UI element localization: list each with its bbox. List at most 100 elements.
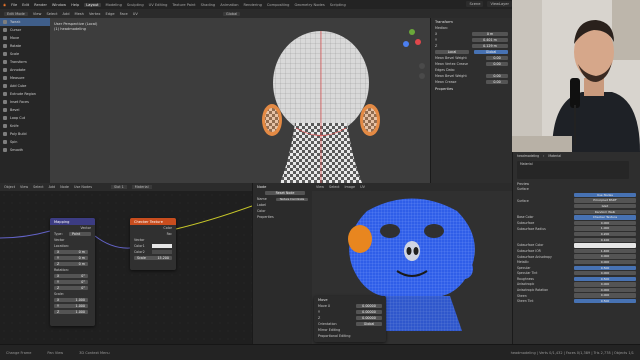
mode-selector[interactable]: Edit Mode: [4, 11, 28, 16]
menu-edge[interactable]: Edge: [106, 12, 115, 16]
material-slot-list[interactable]: Material: [517, 161, 629, 179]
distribution-dropdown[interactable]: GGX: [574, 203, 636, 209]
move-x-field[interactable]: 0.00000: [356, 304, 382, 308]
tool-cursor[interactable]: Cursor: [0, 26, 50, 34]
rotation-y-field[interactable]: Y 0°: [54, 280, 88, 284]
sheen-tint-field[interactable]: 0.500: [574, 299, 636, 304]
subsurface-anisotropy-field[interactable]: 0.000: [574, 254, 636, 259]
specular-field[interactable]: 0.500: [574, 265, 636, 270]
menu-face[interactable]: Face: [120, 12, 128, 16]
mean-bevel-field[interactable]: 0.00: [486, 56, 508, 60]
mean-crease-field[interactable]: 0.00: [486, 62, 508, 66]
tool-scale[interactable]: Scale: [0, 50, 50, 58]
roughness-field[interactable]: 0.500: [574, 276, 636, 282]
node-menu-add[interactable]: Add: [49, 185, 56, 189]
median-z-field[interactable]: 0.129 m: [472, 44, 508, 48]
menu-add[interactable]: Add: [63, 12, 70, 16]
uv-menu-select[interactable]: Select: [329, 185, 339, 189]
scale-z-field[interactable]: Z 1.000: [54, 310, 88, 314]
tab-sculpting[interactable]: Sculpting: [127, 3, 144, 7]
space-global-button[interactable]: Global: [474, 50, 508, 54]
color2-swatch[interactable]: [152, 250, 172, 254]
color1-swatch[interactable]: [152, 244, 172, 248]
tool-smooth[interactable]: Smooth: [0, 146, 50, 154]
tool-extrude[interactable]: Extrude Region: [0, 90, 50, 98]
edge-bevel-field[interactable]: 0.00: [486, 74, 508, 78]
edge-crease-field[interactable]: 0.00: [486, 80, 508, 84]
specular-tint-field[interactable]: 0.000: [574, 271, 636, 276]
anisotropic-field[interactable]: 0.000: [574, 282, 636, 287]
tool-move[interactable]: Move: [0, 34, 50, 42]
menu-select[interactable]: Select: [46, 12, 57, 16]
properties-header[interactable]: Properties: [431, 85, 512, 92]
proportional-editing-checkbox[interactable]: Proportional Editing: [318, 334, 350, 338]
tool-loop-cut[interactable]: Loop Cut: [0, 114, 50, 122]
shader-node-editor[interactable]: Mapping Vector Type: Point Vector Locatio…: [0, 191, 252, 344]
node-menu-object[interactable]: Object: [4, 185, 15, 189]
transform-header[interactable]: Transform: [431, 18, 512, 25]
median-x-field[interactable]: 0 m: [472, 32, 508, 36]
slot-selector[interactable]: Slot 1: [111, 185, 127, 189]
checker-texture-node[interactable]: Checker Texture Color Fac Vector Color1 …: [130, 218, 176, 270]
menu-vertex[interactable]: Vertex: [89, 12, 101, 16]
scale-x-field[interactable]: X 1.000: [54, 298, 88, 302]
node-properties-toggle[interactable]: Properties: [257, 215, 274, 219]
tab-geometry-nodes[interactable]: Geometry Nodes: [294, 3, 324, 7]
median-y-field[interactable]: 0.401 m: [472, 38, 508, 42]
tool-rotate[interactable]: Rotate: [0, 42, 50, 50]
tab-rendering[interactable]: Rendering: [244, 3, 262, 7]
object-breadcrumb[interactable]: headmodeling: [517, 154, 539, 158]
location-y-field[interactable]: Y0 m: [54, 256, 88, 260]
reset-node-button[interactable]: Reset Node: [265, 191, 305, 195]
surface-shader-dropdown[interactable]: Principled BSDF: [574, 198, 636, 203]
surface-panel-toggle[interactable]: Surface: [517, 187, 529, 191]
menu-edit[interactable]: Edit: [22, 3, 29, 7]
sheen-field[interactable]: 0.000: [574, 293, 636, 298]
blender-logo-icon[interactable]: ◉: [3, 3, 6, 7]
tab-modeling[interactable]: Modeling: [106, 3, 122, 7]
location-x-field[interactable]: X0 m: [54, 250, 88, 254]
rotation-x-field[interactable]: X 0°: [54, 274, 88, 278]
metallic-field[interactable]: 0.000: [574, 259, 636, 265]
space-local-button[interactable]: Local: [435, 50, 469, 54]
use-nodes-checkbox[interactable]: Use Nodes: [74, 185, 92, 189]
subsurface-radius-y-field[interactable]: 0.200: [574, 231, 636, 237]
subsurface-radius-z-field[interactable]: 0.100: [574, 237, 636, 242]
tab-shading[interactable]: Shading: [201, 3, 216, 7]
viewlayer-selector[interactable]: ViewLayer: [487, 1, 512, 7]
uv-menu-uv[interactable]: UV: [360, 185, 365, 189]
mapping-type-dropdown[interactable]: Point: [69, 232, 91, 236]
mapping-node[interactable]: Mapping Vector Type: Point Vector Locatio…: [50, 218, 95, 326]
uv-menu-image[interactable]: Image: [345, 185, 356, 189]
tool-bevel[interactable]: Bevel: [0, 106, 50, 114]
node-menu-select[interactable]: Select: [33, 185, 43, 189]
mapping-node-header[interactable]: Mapping: [50, 218, 95, 225]
node-name-field[interactable]: Texture Coordinate: [276, 197, 308, 201]
tool-add-cube[interactable]: Add Cube: [0, 82, 50, 90]
node-sidebar-header[interactable]: Node: [253, 183, 312, 190]
tab-uv-editing[interactable]: UV Editing: [149, 3, 168, 7]
tab-layout[interactable]: Layout: [84, 2, 101, 7]
tool-knife[interactable]: Knife: [0, 122, 50, 130]
scale-y-field[interactable]: Y 1.000: [54, 304, 88, 308]
menu-file[interactable]: File: [11, 3, 17, 7]
tool-annotate[interactable]: Annotate: [0, 66, 50, 74]
tab-compositing[interactable]: Compositing: [267, 3, 290, 7]
menu-mesh[interactable]: Mesh: [75, 12, 84, 16]
tab-animation[interactable]: Animation: [220, 3, 238, 7]
menu-help[interactable]: Help: [71, 3, 79, 7]
material-breadcrumb[interactable]: Material: [548, 154, 561, 158]
checker-scale-field[interactable]: Scale 15.200: [134, 256, 172, 260]
move-y-field[interactable]: 0.00000: [356, 310, 382, 314]
tab-texture-paint[interactable]: Texture Paint: [172, 3, 195, 7]
menu-window[interactable]: Window: [52, 3, 66, 7]
node-menu-node[interactable]: Node: [60, 185, 69, 189]
anisotropic-rotation-field[interactable]: 0.000: [574, 287, 636, 293]
move-panel-title[interactable]: Move: [314, 296, 386, 303]
rotation-z-field[interactable]: Z 0°: [54, 286, 88, 290]
menu-view[interactable]: View: [33, 12, 42, 16]
uv-menu-view[interactable]: View: [316, 185, 324, 189]
base-color-link[interactable]: Checker Texture: [574, 215, 636, 220]
3d-viewport[interactable]: User Perspective (Local) (1) headmodelin…: [50, 18, 430, 183]
tool-transform[interactable]: Transform: [0, 58, 50, 66]
